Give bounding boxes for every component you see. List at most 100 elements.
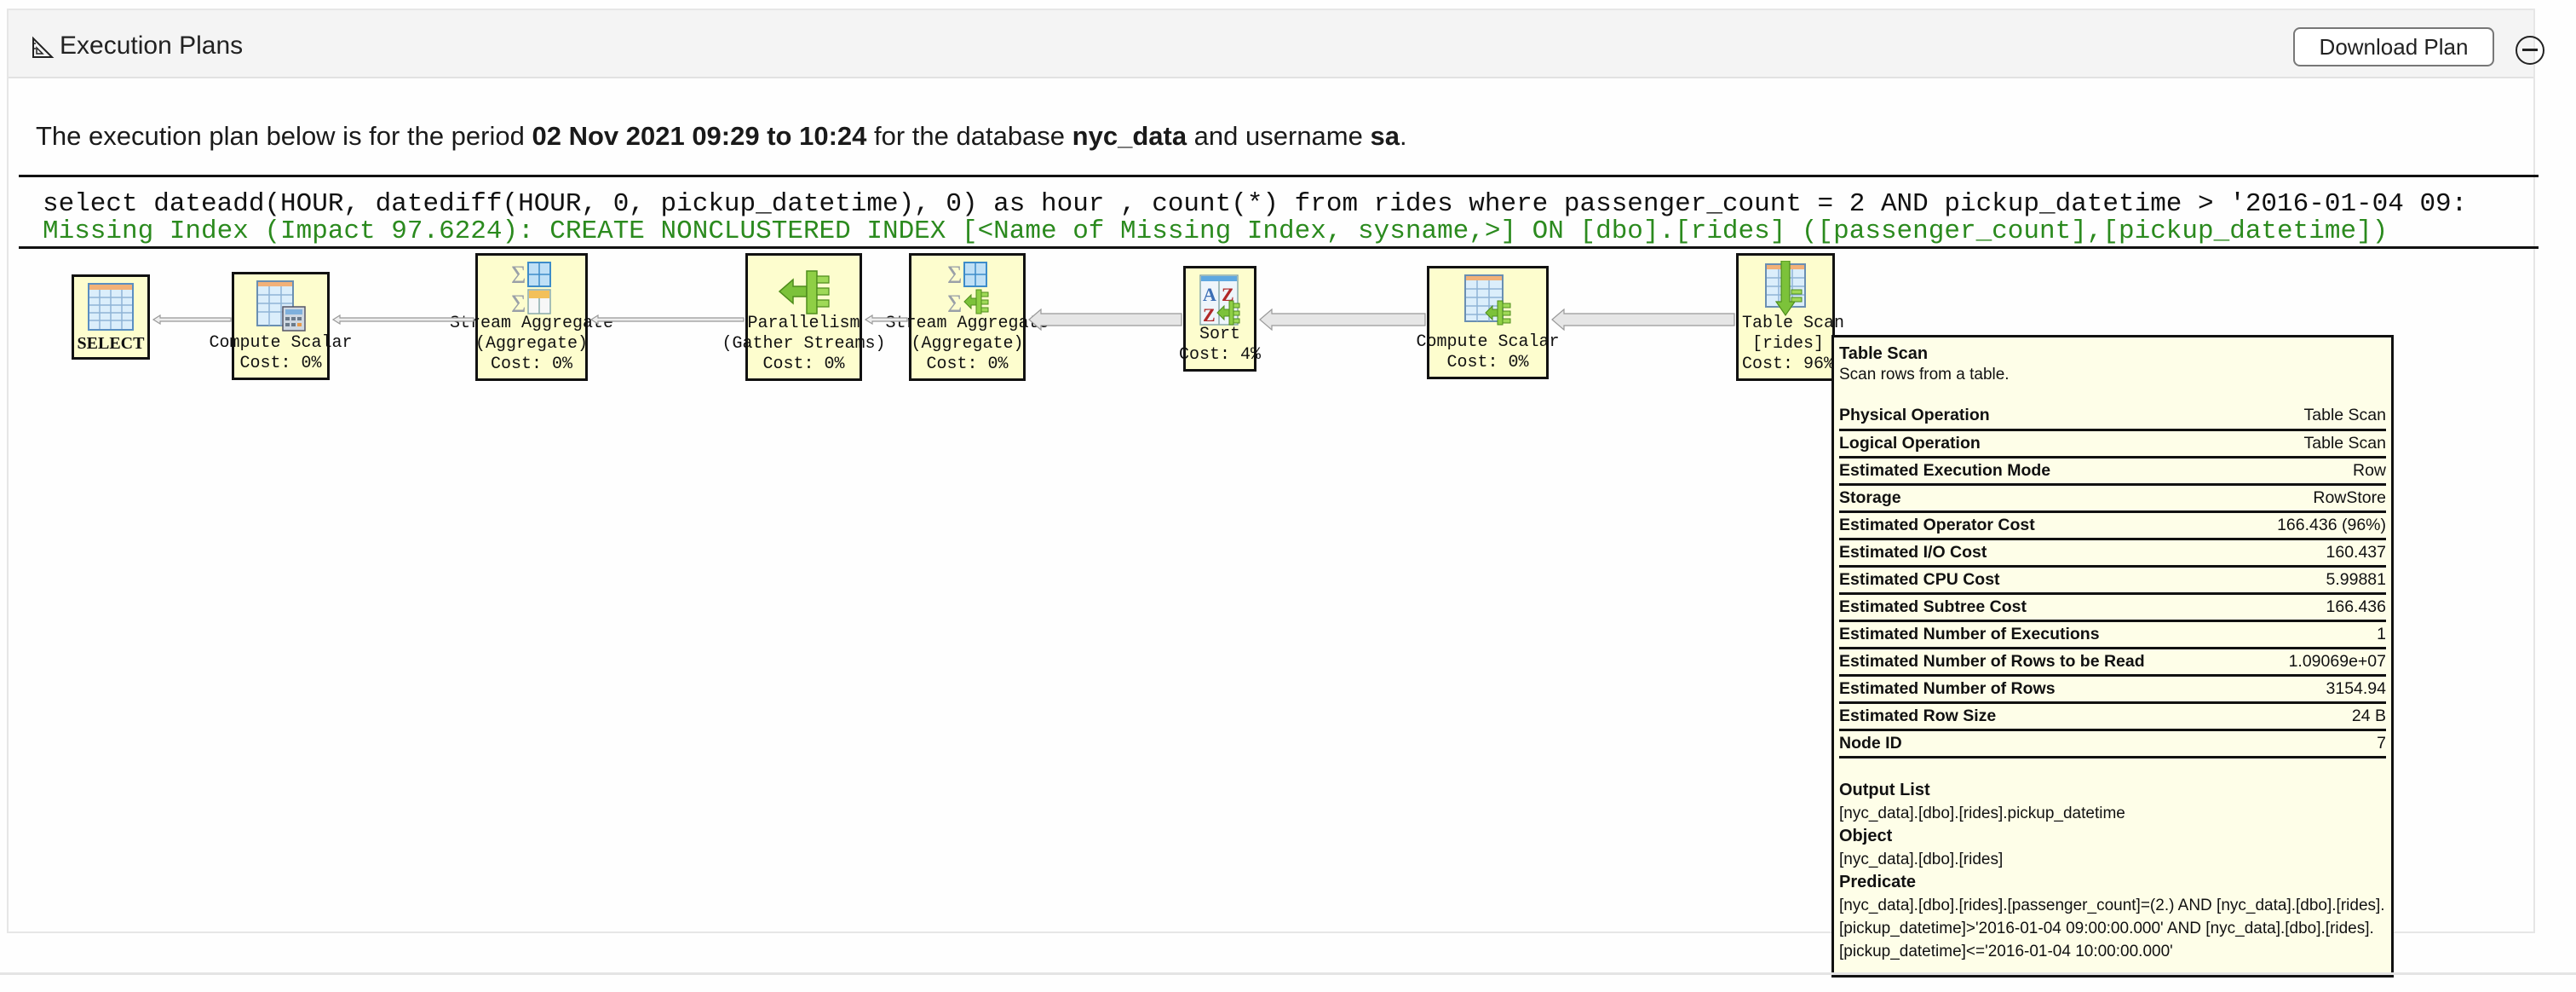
minus-circle-icon[interactable] xyxy=(2516,36,2544,65)
node-cost: Cost: 0% xyxy=(926,355,1009,374)
svg-text:Σ: Σ xyxy=(947,290,962,315)
sort-icon: A Z Z xyxy=(1199,274,1240,326)
tooltip-title: Table Scan xyxy=(1839,344,1929,363)
plan-period: 02 Nov 2021 09:29 to 10:24 xyxy=(532,121,867,151)
tooltip-section-heading: Predicate xyxy=(1839,872,1917,891)
property-name: Estimated Number of Rows xyxy=(1839,678,2056,698)
node-sublabel: [rides] xyxy=(1752,334,1825,354)
svg-text:Σ: Σ xyxy=(947,261,962,289)
property-value: 5.99881 xyxy=(2326,569,2387,589)
property-name: Physical Operation xyxy=(1839,405,1990,424)
tooltip-property-row: Estimated Number of Rows to be Read 1.090… xyxy=(1839,648,2386,675)
property-value: 166.436 (96%) xyxy=(2277,515,2386,534)
plan-node-sort[interactable]: A Z Z Sort Cost: 4% xyxy=(1179,266,1261,372)
property-value: RowStore xyxy=(2313,487,2386,507)
node-label: SELECT xyxy=(77,334,145,353)
tooltip-section-text: [nyc_data].[dbo].[rides] xyxy=(1839,850,2004,868)
flow-arrow xyxy=(1028,309,1182,331)
flow-arrow xyxy=(152,314,232,325)
node-cost: Cost: 4% xyxy=(1179,345,1262,365)
query-text: select dateadd(HOUR, datediff(HOUR, 0, p… xyxy=(43,190,2468,219)
property-value: 160.437 xyxy=(2326,542,2387,562)
property-value: 166.436 xyxy=(2326,597,2387,616)
stream-aggregate-parallel-icon: Σ Σ xyxy=(947,261,988,315)
missing-index-hint: Missing Index (Impact 97.6224): CREATE N… xyxy=(43,216,2389,246)
flow-arrow xyxy=(589,314,745,325)
tooltip-property-row: Estimated Row Size 24 B xyxy=(1839,702,2386,730)
node-sublabel: (Aggregate) xyxy=(911,334,1024,354)
username: sa xyxy=(1370,121,1400,151)
svg-text:Σ: Σ xyxy=(511,261,526,289)
property-name: Estimated Number of Executions xyxy=(1839,624,2100,643)
flow-arrow xyxy=(864,314,908,325)
flow-arrow xyxy=(331,314,474,325)
property-value: 3154.94 xyxy=(2326,678,2387,698)
property-value: 1 xyxy=(2377,624,2386,643)
tooltip-property-row: Node ID 7 xyxy=(1839,730,2386,757)
tooltip-section-heading: Object xyxy=(1839,826,1893,845)
tooltip-property-row: Storage RowStore xyxy=(1839,484,2386,511)
svg-text:Z: Z xyxy=(1203,304,1216,326)
property-name: Estimated I/O Cost xyxy=(1839,542,1987,562)
plan-node-compute-scalar-parallel[interactable]: Compute Scalar Cost: 0% xyxy=(1416,266,1560,379)
compute-scalar-parallel-icon xyxy=(1463,274,1510,326)
tooltip-property-row: Estimated Operator Cost 166.436 (96%) xyxy=(1839,511,2386,539)
tooltip-section-text: [nyc_data].[dbo].[rides].pickup_datetime xyxy=(1839,804,2125,822)
property-name: Logical Operation xyxy=(1839,433,1981,453)
tooltip-properties: Physical Operation Table Scan Logical Oper… xyxy=(1839,402,2386,758)
tooltip-description: Scan rows from a table. xyxy=(1839,366,2010,384)
parallelism-icon xyxy=(778,270,830,314)
node-label: Compute Scalar xyxy=(1416,332,1560,352)
tooltip-property-row: Estimated Execution Mode Row xyxy=(1839,457,2386,484)
node-cost: Cost: 96% xyxy=(1742,355,1835,374)
intro-mid2: and username xyxy=(1187,121,1371,151)
property-name: Estimated Operator Cost xyxy=(1839,515,2035,534)
node-cost: Cost: 0% xyxy=(1446,353,1529,372)
plan-node-select[interactable]: SELECT xyxy=(72,274,150,360)
plan-node-compute-scalar[interactable]: Compute Scalar Cost: 0% xyxy=(209,272,353,380)
node-sublabel: (Gather Streams) xyxy=(722,334,886,354)
property-value: Table Scan xyxy=(2303,433,2386,453)
plan-node-table-scan[interactable]: Table Scan [rides] Cost: 96% xyxy=(1736,253,1844,381)
svg-text:A: A xyxy=(1203,284,1216,305)
intro-mid1: for the database xyxy=(866,121,1072,151)
plan-node-stream-aggregate[interactable]: Σ Σ Stream Aggregate (Aggregate) Cost: 0… xyxy=(450,253,613,381)
property-value: Row xyxy=(2352,460,2386,480)
plan-period-description: The execution plan below is for the peri… xyxy=(36,121,1407,152)
node-tooltip: Table Scan Scan rows from a table. Physi… xyxy=(1831,335,2394,978)
tooltip-property-row: Physical Operation Table Scan xyxy=(1839,402,2386,430)
select-table-icon xyxy=(88,283,134,331)
tooltip-property-row: Logical Operation Table Scan xyxy=(1839,430,2386,457)
property-name: Estimated Number of Rows to be Read xyxy=(1839,651,2145,671)
property-name: Estimated CPU Cost xyxy=(1839,569,2000,589)
plan-node-parallelism[interactable]: Parallelism (Gather Streams) Cost: 0% xyxy=(722,253,886,381)
property-name: Storage xyxy=(1839,487,1901,507)
property-value: Table Scan xyxy=(2303,405,2386,424)
property-name: Estimated Subtree Cost xyxy=(1839,597,2027,616)
flow-arrow xyxy=(1551,309,1735,331)
tooltip-property-row: Estimated Subtree Cost 166.436 xyxy=(1839,593,2386,620)
property-value: 24 B xyxy=(2351,706,2386,725)
tooltip-sections: Output List [nyc_data].[dbo].[rides].pick… xyxy=(1839,779,2386,963)
node-label: Compute Scalar xyxy=(209,333,353,353)
property-name: Estimated Row Size xyxy=(1839,706,1997,725)
node-cost: Cost: 0% xyxy=(762,355,845,374)
intro-prefix: The execution plan below is for the peri… xyxy=(36,121,532,151)
node-label: Stream Aggregate xyxy=(885,314,1049,333)
intro-suffix: . xyxy=(1399,121,1407,151)
stream-aggregate-icon: Σ Σ xyxy=(511,261,551,315)
divider xyxy=(19,175,2539,177)
tooltip-property-row: Estimated I/O Cost 160.437 xyxy=(1839,539,2386,566)
plan-node-stream-aggregate-parallel[interactable]: Σ Σ Stream Aggregate (Aggregate) Cost: 0… xyxy=(885,253,1049,381)
node-sublabel: (Aggregate) xyxy=(474,334,589,354)
divider xyxy=(0,972,2576,975)
table-scan-icon xyxy=(1765,261,1806,317)
triangle-ruler-icon xyxy=(32,36,55,58)
node-cost: Cost: 0% xyxy=(490,355,572,374)
node-label: Sort xyxy=(1199,325,1240,344)
download-plan-button[interactable]: Download Plan xyxy=(2293,27,2494,66)
database-name: nyc_data xyxy=(1072,121,1187,151)
divider xyxy=(19,246,2539,249)
tooltip-property-row: Estimated Number of Executions 1 xyxy=(1839,620,2386,648)
property-value: 1.09069e+07 xyxy=(2288,651,2386,671)
